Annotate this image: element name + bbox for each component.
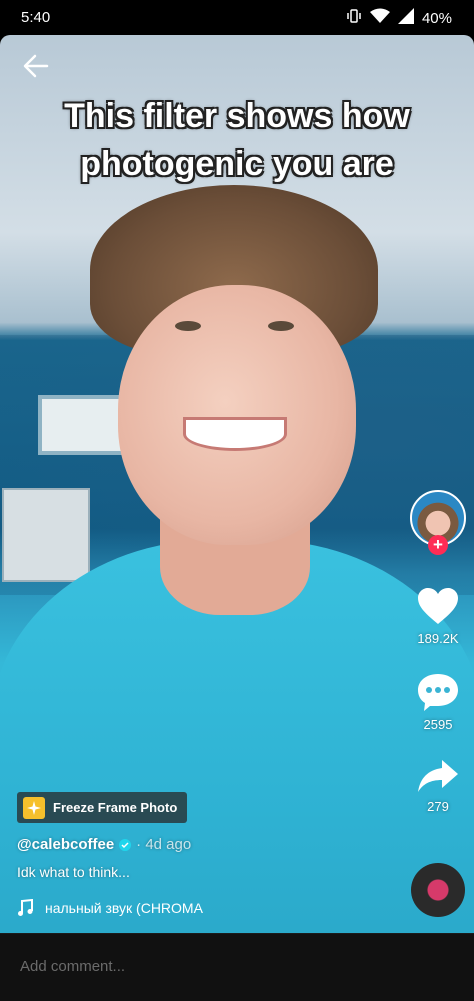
arrow-left-icon [23,54,49,78]
comment-count: 2595 [423,717,453,732]
follow-button[interactable]: + [428,535,448,555]
post-description: Idk what to think... [17,864,130,880]
post-time: · 4d ago [136,836,192,853]
effect-tag[interactable]: Freeze Frame Photo [17,792,188,823]
share-button[interactable]: 279 [409,758,467,814]
comment-button[interactable]: 2595 [409,672,467,732]
person-eye-left [175,321,201,331]
comment-bar[interactable]: Add comment... [0,933,474,1001]
background-frame [2,488,90,582]
person-smile [183,417,287,451]
battery-percent: 40% [421,9,452,27]
heart-icon [418,588,458,624]
caption-line-2: photogenic you are [80,145,394,183]
plus-icon: + [433,535,443,554]
person-eye-right [268,321,294,331]
comment-input[interactable]: Add comment... [20,958,125,975]
like-count: 189.2K [417,631,459,646]
username-link[interactable]: @calebcoffee [17,836,114,853]
person-face [118,285,356,545]
back-button[interactable] [20,50,52,82]
sparkle-icon [23,796,45,819]
music-info[interactable]: нальный звук (CHROMA [17,899,237,917]
like-button[interactable]: 189.2K [409,586,467,646]
vibrate-icon [346,8,362,28]
comment-icon [418,674,458,711]
wifi-icon [369,8,390,28]
music-disc[interactable] [411,863,465,917]
verified-icon [119,838,132,851]
music-note-icon [18,899,33,916]
video-caption: This filter shows how photogenic you are [0,92,474,188]
share-count: 279 [427,799,449,814]
status-time: 5:40 [21,9,51,26]
caption-line-1: This filter shows how [64,97,410,135]
signal-icon [397,8,414,28]
author-line: @calebcoffee · 4d ago [17,836,191,853]
share-icon [418,760,458,792]
status-bar: 5:40 40% [0,0,474,35]
status-icons: 40% [346,8,452,28]
music-title: нальный звук (CHROMA [45,900,203,916]
effect-label: Freeze Frame Photo [53,800,178,815]
